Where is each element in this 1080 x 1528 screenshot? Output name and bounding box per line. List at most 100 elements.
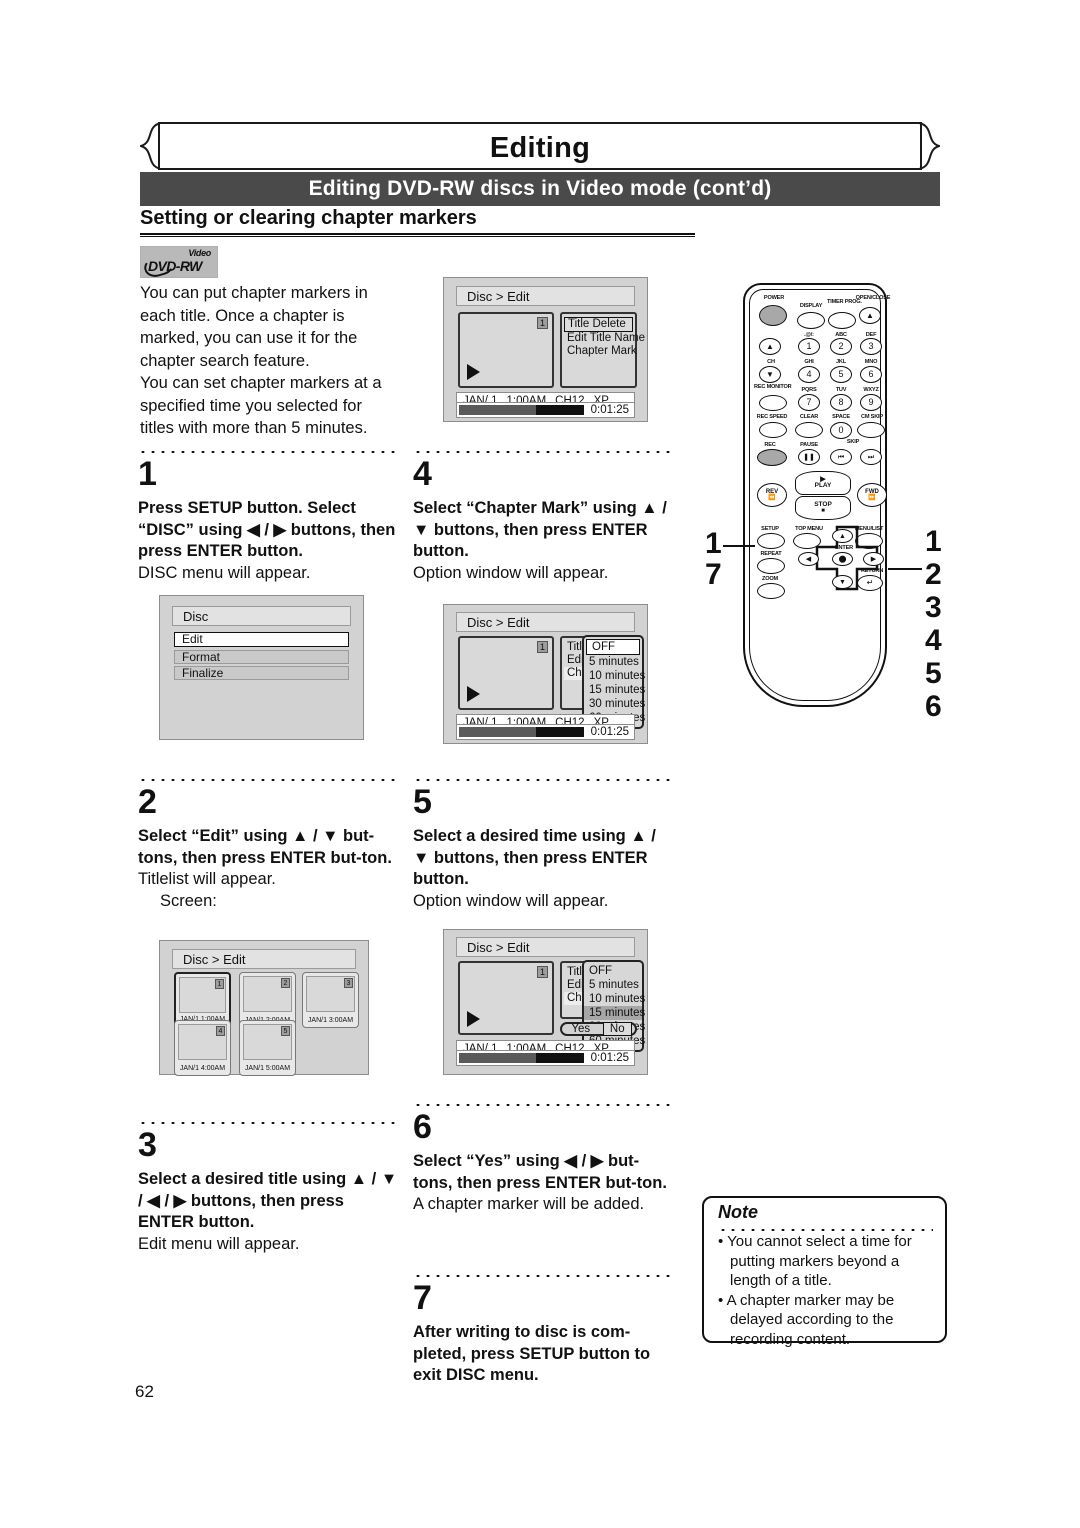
progress-bar bbox=[459, 405, 584, 415]
timer-prog-button[interactable] bbox=[828, 312, 856, 329]
return-button[interactable]: ↵ bbox=[857, 575, 883, 591]
repeat-button[interactable] bbox=[757, 558, 785, 574]
pause-label: PAUSE bbox=[800, 442, 818, 448]
menu-item-chapter-mark[interactable]: Chapter Mark bbox=[564, 345, 637, 358]
step-2-number: 2 bbox=[138, 783, 157, 821]
enter-button[interactable]: ⬤ bbox=[832, 552, 853, 566]
step-1-result: DISC menu will appear. bbox=[138, 563, 311, 582]
play-icon bbox=[467, 686, 480, 702]
confirm-no-button[interactable]: No bbox=[602, 1022, 632, 1036]
screen-chapter-confirm: Disc > Edit 1 Title D Edit T Chapt OFF 5… bbox=[443, 929, 648, 1075]
option-off[interactable]: OFF bbox=[586, 639, 640, 655]
rev-icon: ⏪ bbox=[768, 495, 776, 501]
chapter-confirm-breadcrumb: Disc > Edit bbox=[456, 937, 635, 957]
edit-menu-progress: 0:01:25 bbox=[456, 402, 635, 418]
disc-menu-item-finalize[interactable]: Finalize bbox=[174, 666, 349, 680]
menu-item-title-delete[interactable]: Title Delete bbox=[564, 317, 633, 332]
key-4-button[interactable]: 4 bbox=[798, 366, 820, 383]
thumbnail-index: 1 bbox=[537, 966, 548, 978]
title-label: JAN/1 3:00AM bbox=[307, 1017, 354, 1024]
key-5-button[interactable]: 5 bbox=[830, 366, 852, 383]
ch-label: CH bbox=[767, 359, 775, 365]
option-15-minutes[interactable]: 15 minutes bbox=[584, 683, 645, 697]
key-9-button[interactable]: 9 bbox=[860, 394, 882, 411]
callout-right-2: 2 bbox=[925, 558, 942, 591]
rec-speed-label: REC SPEED bbox=[756, 414, 788, 420]
option-off[interactable]: OFF bbox=[584, 964, 642, 978]
step-5-result: Option window will appear. bbox=[413, 891, 609, 910]
confirm-yes-no[interactable]: Yes No bbox=[560, 1022, 637, 1036]
key-6-button[interactable]: 6 bbox=[860, 366, 882, 383]
ch-up-button[interactable]: ▲ bbox=[759, 338, 781, 355]
remote-control-illustration: POWER DISPLAY TIMER PROG. OPEN/CLOSE ▲ .… bbox=[735, 283, 895, 713]
step-7-number: 7 bbox=[413, 1279, 432, 1317]
intro-paragraph-1: You can put chapter markers in each titl… bbox=[140, 284, 368, 370]
chapter-confirm-dropdown[interactable]: OFF 5 minutes 10 minutes 15 minutes 30 m… bbox=[582, 960, 645, 1052]
step-5-number: 5 bbox=[413, 783, 432, 821]
titlelist-item-4[interactable]: 4 JAN/1 4:00AM bbox=[174, 1020, 231, 1076]
stop-button[interactable]: STOP ■ bbox=[795, 496, 851, 520]
disc-menu-item-edit[interactable]: Edit bbox=[174, 632, 349, 647]
step-4-instruction: Select “Chapter Mark” using ▲ / ▼ button… bbox=[413, 499, 667, 560]
title-number: 1 bbox=[215, 979, 224, 989]
key-2-button[interactable]: 2 bbox=[830, 338, 852, 355]
key-8-button[interactable]: 8 bbox=[830, 394, 852, 411]
open-close-button[interactable]: ▲ bbox=[859, 307, 881, 324]
elapsed-time: 0:01:25 bbox=[590, 726, 629, 738]
titlelist-item-5[interactable]: 5 JAN/1 5:00AM bbox=[239, 1020, 296, 1076]
cursor-down-button[interactable]: ▼ bbox=[832, 575, 853, 589]
callout-right-5: 5 bbox=[925, 657, 942, 690]
rev-button[interactable]: REV ⏪ bbox=[757, 483, 787, 507]
power-button[interactable] bbox=[759, 305, 787, 326]
ch-down-button[interactable]: ▼ bbox=[759, 366, 781, 383]
skip-label: SKIP bbox=[846, 439, 860, 445]
step-4: 4 Select “Chapter Mark” using ▲ / ▼ butt… bbox=[413, 452, 675, 584]
zoom-button[interactable] bbox=[757, 583, 785, 599]
key-0-button[interactable]: 0 bbox=[830, 422, 852, 439]
skip-previous-button[interactable]: ⏮ bbox=[830, 449, 852, 465]
skip-next-button[interactable]: ⏭ bbox=[860, 449, 882, 465]
thumbnail-index: 1 bbox=[537, 641, 548, 653]
rec-button[interactable] bbox=[757, 449, 787, 466]
cm-skip-button[interactable] bbox=[857, 422, 885, 438]
callout-right-leader bbox=[888, 568, 922, 570]
step-5-instruction: Select a desired time using ▲ / ▼ button… bbox=[413, 827, 656, 888]
step-3-result: Edit menu will appear. bbox=[138, 1234, 300, 1253]
menu-item-edit-title-name[interactable]: Edit Title Name bbox=[564, 332, 645, 345]
step-1-instruction: Press SETUP button. Select “DISC” using … bbox=[138, 499, 396, 560]
option-15-minutes[interactable]: 15 minutes bbox=[584, 1006, 645, 1020]
screen-edit-menu: Disc > Edit 1 Title Delete Edit Title Na… bbox=[443, 277, 648, 422]
cursor-up-button[interactable]: ▲ bbox=[832, 529, 853, 543]
cursor-left-button[interactable]: ◀ bbox=[798, 552, 819, 566]
progress-fill bbox=[459, 405, 537, 415]
setup-button[interactable] bbox=[757, 533, 785, 549]
play-button[interactable]: ▶ PLAY bbox=[795, 471, 851, 495]
fwd-button[interactable]: FWD ⏩ bbox=[857, 483, 887, 507]
rec-monitor-label: REC MONITOR bbox=[754, 384, 792, 390]
titlelist-item-3[interactable]: 3 JAN/1 3:00AM bbox=[302, 972, 359, 1028]
cursor-right-button[interactable]: ▶ bbox=[863, 552, 884, 566]
option-10-minutes[interactable]: 10 minutes bbox=[584, 992, 645, 1006]
rec-monitor-button[interactable] bbox=[759, 395, 787, 411]
option-10-minutes[interactable]: 10 minutes bbox=[584, 669, 645, 683]
option-5-minutes[interactable]: 5 minutes bbox=[584, 978, 642, 992]
key-1-button[interactable]: 1 bbox=[798, 338, 820, 355]
key-7-button[interactable]: 7 bbox=[798, 394, 820, 411]
step-3: 3 Select a desired title using ▲ / ▼ / ◀… bbox=[138, 1123, 400, 1255]
key-3-button[interactable]: 3 bbox=[860, 338, 882, 355]
title-number: 5 bbox=[281, 1026, 290, 1036]
display-button[interactable] bbox=[797, 312, 825, 329]
setup-label: SETUP bbox=[761, 526, 779, 532]
rec-speed-button[interactable] bbox=[759, 422, 787, 438]
step-2: 2 Select “Edit” using ▲ / ▼ but-tons, th… bbox=[138, 780, 400, 912]
confirm-yes-button[interactable]: Yes bbox=[565, 1023, 596, 1035]
pause-button[interactable]: ❚❚ bbox=[798, 449, 820, 465]
display-label: DISPLAY bbox=[799, 303, 823, 309]
clear-button[interactable] bbox=[795, 422, 823, 438]
disc-menu-item-format[interactable]: Format bbox=[174, 650, 349, 664]
edit-menu-list: Title Delete Edit Title Name Chapter Mar… bbox=[560, 312, 645, 388]
option-30-minutes[interactable]: 30 minutes bbox=[584, 697, 645, 711]
stop-square-icon: ■ bbox=[821, 508, 825, 515]
option-5-minutes[interactable]: 5 minutes bbox=[584, 655, 642, 669]
rec-label: REC bbox=[764, 442, 776, 448]
